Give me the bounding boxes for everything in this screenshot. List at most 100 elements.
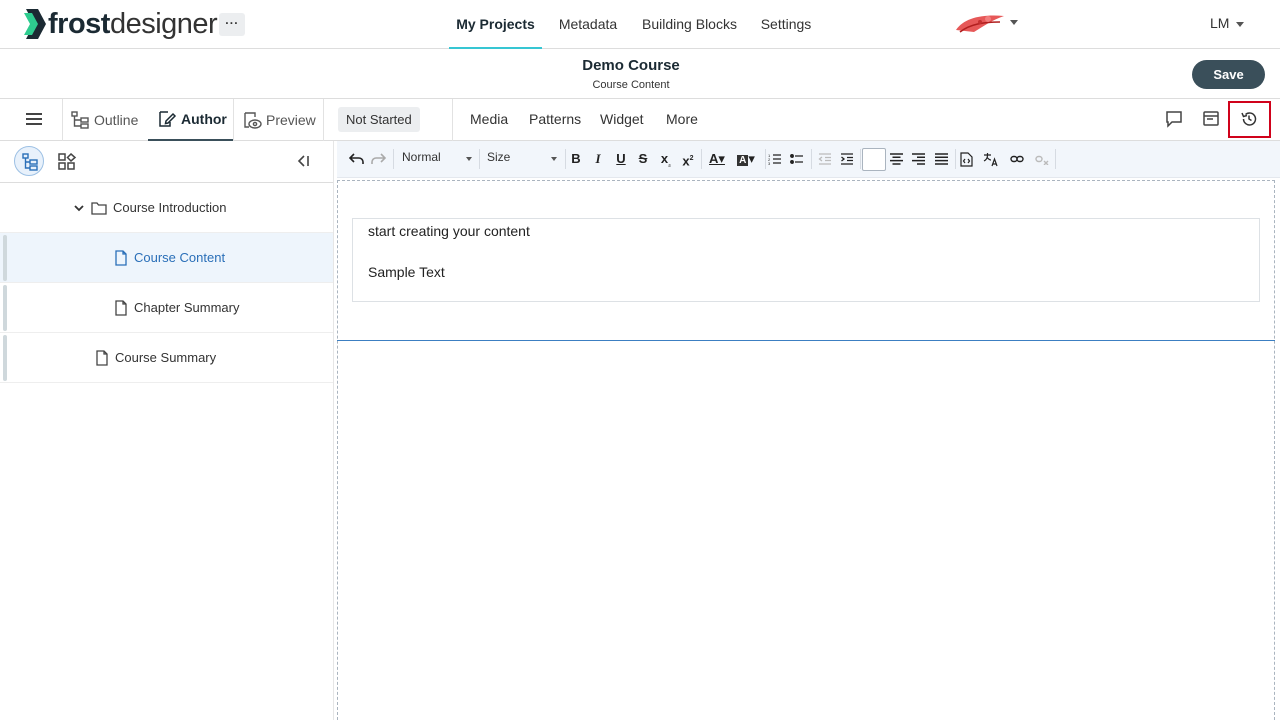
divider [393,149,394,169]
tree-view-icon [22,153,38,171]
top-navigation: frostdesigner ··· My Projects Metadata B… [0,0,1280,49]
text-line[interactable]: start creating your content [368,223,530,239]
menu-more[interactable]: More [666,111,698,127]
menu-icon[interactable] [26,113,42,127]
divider [955,149,956,169]
section-divider [337,340,1275,341]
menu-widget[interactable]: Widget [600,111,644,127]
tree-item-label: Course Introduction [113,200,227,215]
superscript-icon[interactable]: x2 [680,151,696,168]
chevron-down-icon [551,157,557,161]
chevron-down-icon[interactable] [1236,22,1244,27]
divider [565,149,566,169]
strikethrough-icon[interactable]: S [635,151,651,167]
tab-author-label: Author [181,111,227,127]
rich-text-toolbar: Normal Size B I U S x₂ x2 A▾ A ▾ 123 [337,141,1280,178]
more-options-button[interactable]: ··· [219,13,245,36]
text-line[interactable]: Sample Text [368,264,445,280]
outdent-icon[interactable] [818,152,832,166]
tab-preview-label: Preview [266,112,316,128]
course-title: Demo Course [582,57,680,74]
course-header: Demo Course Course Content Save [0,49,1280,99]
divider [765,149,766,169]
comment-icon[interactable] [1164,109,1184,129]
tab-outline[interactable]: Outline [70,99,138,141]
link-icon[interactable] [1010,153,1024,165]
language-icon[interactable] [983,151,999,167]
text-block[interactable]: start creating your content Sample Text [352,218,1260,302]
divider [1055,149,1056,169]
nav-tab-my-projects[interactable]: My Projects [449,0,542,49]
logo-chevron-icon [24,9,46,39]
underline-icon[interactable]: U [613,151,629,167]
preview-icon [244,112,262,129]
menu-media[interactable]: Media [470,111,508,127]
user-menu[interactable]: LM [1210,15,1229,31]
redo-icon[interactable] [371,152,386,166]
save-button[interactable]: Save [1192,60,1265,89]
status-badge[interactable]: Not Started [338,107,420,132]
text-color-icon[interactable]: A▾ [707,151,727,167]
italic-icon[interactable]: I [590,151,606,167]
tree-item-chapter-summary[interactable]: Chapter Summary [0,283,333,333]
tab-preview[interactable]: Preview [242,99,316,141]
tree-item-marker [3,285,7,331]
tree-panel-header [0,141,333,183]
tree-view-button[interactable] [14,146,44,176]
menu-patterns[interactable]: Patterns [529,111,581,127]
divider [233,99,234,141]
svg-text:3: 3 [768,161,771,166]
course-tree-panel: Course Introduction Course Content Chapt… [0,141,334,720]
mode-toolbar: Outline Author Preview Not Started Media… [0,99,1280,141]
panel-icon[interactable] [1201,109,1221,129]
size-select[interactable]: Size [487,150,559,168]
tree-item-course-content[interactable]: Course Content [0,233,333,283]
align-center-icon[interactable] [890,153,903,165]
author-icon [159,111,177,127]
tree-item-course-summary[interactable]: Course Summary [0,333,333,383]
nav-tab-settings[interactable]: Settings [755,0,817,49]
highlight-color-icon[interactable]: A ▾ [735,151,757,167]
undo-icon[interactable] [349,152,364,166]
outline-icon [71,111,89,129]
numbered-list-icon[interactable]: 123 [768,152,782,166]
collapse-panel-icon[interactable] [295,153,311,169]
divider [811,149,812,169]
tab-author[interactable]: Author [148,99,233,141]
chevron-down-icon[interactable] [73,202,85,214]
course-subtitle: Course Content [592,79,670,91]
subscript-icon[interactable]: x₂ [658,151,674,169]
nav-tab-building-blocks[interactable]: Building Blocks [638,0,741,49]
blocks-view-icon[interactable] [57,152,77,172]
divider [479,149,480,169]
nav-tab-metadata[interactable]: Metadata [552,0,624,49]
divider [860,149,861,169]
tree-item-label: Chapter Summary [134,300,240,315]
align-right-icon[interactable] [912,153,925,165]
divider [62,99,63,141]
page-icon [115,299,127,316]
source-code-icon[interactable] [960,152,973,167]
unlink-icon[interactable] [1035,153,1049,165]
align-justify-icon[interactable] [935,153,948,165]
tab-outline-label: Outline [94,112,139,128]
align-left-active-state [862,148,886,171]
bullet-list-icon[interactable] [790,152,804,166]
tree-item-marker [3,335,7,381]
brand-logo-icon[interactable] [954,10,1006,36]
tree-item-label: Course Content [134,250,226,265]
divider [701,149,702,169]
size-select-value: Size [487,150,511,164]
tree-item-label: Course Summary [115,350,217,365]
logo-text: frostdesigner [48,8,218,40]
page-icon [96,349,108,366]
indent-icon[interactable] [840,152,854,166]
folder-icon [91,201,107,215]
bold-icon[interactable]: B [568,151,584,167]
chevron-down-icon [466,157,472,161]
tree-item-marker [3,235,7,281]
format-select[interactable]: Normal [402,150,474,168]
tree-item-course-introduction[interactable]: Course Introduction [0,183,333,233]
chevron-down-icon[interactable] [1010,20,1018,25]
frost-designer-logo[interactable]: frostdesigner [24,6,218,42]
